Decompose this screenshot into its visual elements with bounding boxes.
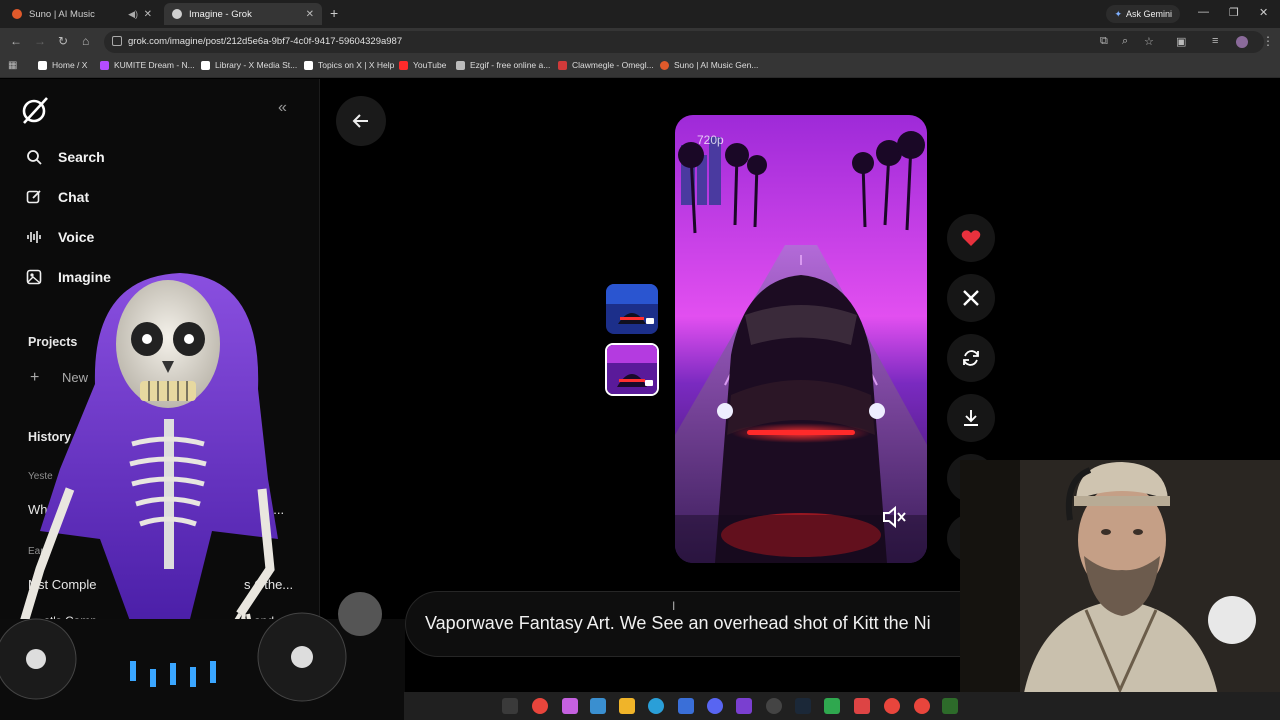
gemini-label: Ask Gemini [1125,9,1172,19]
bookmark-clawmegle[interactable]: Clawmegle - Omegl... [558,60,654,70]
speaker-icon[interactable]: ◀) [128,9,138,20]
video-thumbnail-2-selected[interactable] [605,343,659,396]
skeleton-dj-overlay [0,273,405,720]
obs-icon[interactable] [766,698,782,714]
task-view-icon[interactable] [502,698,518,714]
bookmark-ezgif[interactable]: Ezgif - free online a... [456,60,550,70]
app-icon[interactable] [854,698,870,714]
copilot-icon[interactable] [562,698,578,714]
muted-speaker-icon[interactable] [880,503,908,531]
chrome-icon[interactable] [884,698,900,714]
text-cursor-icon: I [672,599,676,613]
edit-icon [26,190,41,204]
forward-nav-icon[interactable]: → [34,34,46,48]
chrome-icon[interactable] [914,698,930,714]
bookmarks-bar: ▦ Home / X KUMITE Dream - N... Library -… [0,56,1280,78]
bookmark-home-x[interactable]: Home / X [38,60,87,70]
video-thumbnail-1[interactable] [606,284,658,334]
edge-icon[interactable] [648,698,664,714]
new-tab-icon[interactable]: + [330,5,338,21]
app-icon[interactable] [736,698,752,714]
restore-icon[interactable]: ❐ [1229,6,1239,19]
app-icon[interactable] [590,698,606,714]
nav-chat[interactable]: Chat [26,185,89,209]
chrome-icon[interactable] [532,698,548,714]
close-tab-icon[interactable]: ✕ [144,9,152,20]
thumbnail-image [607,345,657,394]
download-icon [964,410,978,426]
profile-avatar[interactable] [1236,36,1248,48]
thumbnail-image [606,284,658,334]
prompt-text[interactable]: Vaporwave Fantasy Art. We See an overhea… [425,613,931,634]
suno-favicon-icon [12,9,22,19]
discord-icon[interactable] [707,698,723,714]
vaporwave-car-video-frame [675,115,927,563]
nav-label: Chat [58,189,90,205]
tab-suno[interactable]: Suno | AI Music ◀) ✕ [4,3,160,25]
heart-icon [961,230,981,246]
collapse-sidebar-icon[interactable]: « [278,99,287,117]
tab-grok[interactable]: Imagine - Grok ✕ [164,3,322,25]
arrow-left-icon [352,114,368,128]
download-button[interactable] [947,394,995,442]
zoom-icon[interactable]: ⌕ [1122,35,1128,48]
home-icon[interactable]: ⌂ [82,34,89,48]
taskbar [404,692,1280,720]
file-explorer-icon[interactable] [619,698,635,714]
sidepanel-icon[interactable]: ▣ [1176,35,1186,48]
bookmark-youtube[interactable]: YouTube [399,60,446,70]
waveform-icon [27,231,41,243]
steam-icon[interactable] [795,698,811,714]
bookmark-kumite[interactable]: KUMITE Dream - N... [100,60,195,70]
excel-icon[interactable] [824,698,840,714]
search-icon [27,150,42,165]
browser-tab-strip: Suno | AI Music ◀) ✕ Imagine - Grok ✕ + … [0,0,1280,28]
close-tab-icon[interactable]: ✕ [306,9,314,20]
nav-search[interactable]: Search [26,145,105,169]
terminal-icon[interactable] [942,698,958,714]
tab-title: Imagine - Grok [189,8,252,20]
url-text: grok.com/imagine/post/212d5e6a-9bf7-4c0f… [128,36,403,47]
browser-toolbar: ← → ↻ ⌂ grok.com/imagine/post/212d5e6a-9… [0,28,1280,56]
address-bar[interactable]: grok.com/imagine/post/212d5e6a-9bf7-4c0f… [104,31,1264,53]
bookmark-library[interactable]: Library - X Media St... [201,60,297,70]
grok-logo-icon[interactable] [20,95,50,125]
minimize-icon[interactable]: — [1198,6,1209,18]
like-button[interactable] [947,214,995,262]
install-icon[interactable]: ⧉ [1100,35,1108,48]
back-nav-icon[interactable]: ← [10,34,22,48]
grok-favicon-icon [172,9,182,19]
bookmark-topics[interactable]: Topics on X | X Help [304,60,394,70]
regenerate-icon [963,350,979,366]
video-player[interactable] [675,115,927,563]
nav-label: Voice [58,229,95,245]
bookmark-suno[interactable]: Suno | AI Music Gen... [660,60,758,70]
extensions-icon[interactable]: ≡ [1212,35,1218,47]
resolution-label: 720p [697,133,724,147]
gemini-sparkle-icon: ✦ [1114,8,1122,19]
store-icon[interactable] [678,698,694,714]
nav-voice[interactable]: Voice [26,225,94,249]
close-window-icon[interactable]: ✕ [1259,6,1268,19]
site-info-icon[interactable] [112,36,122,46]
nav-label: Search [58,149,105,165]
tab-title: Suno | AI Music [29,8,95,20]
share-to-x-button[interactable] [947,274,995,322]
x-share-icon [963,290,979,306]
back-button[interactable] [336,96,386,146]
reload-icon[interactable]: ↻ [58,34,68,48]
ask-gemini-button[interactable]: ✦ Ask Gemini [1106,5,1180,23]
regenerate-button[interactable] [947,334,995,382]
webcam-overlay [960,460,1280,720]
apps-grid-icon[interactable]: ▦ [8,60,17,71]
menu-icon[interactable]: ⋮ [1262,34,1274,48]
bookmark-star-icon[interactable]: ☆ [1144,35,1154,48]
